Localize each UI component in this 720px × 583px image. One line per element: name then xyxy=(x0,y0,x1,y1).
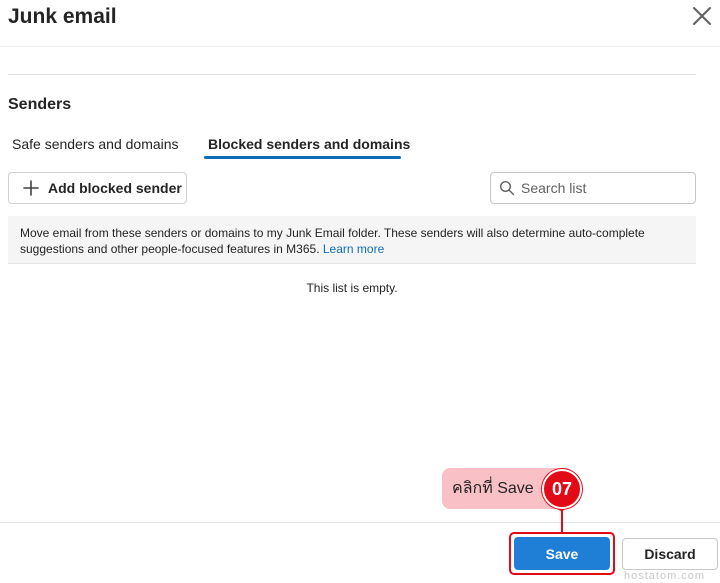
section-divider xyxy=(8,74,696,75)
add-blocked-sender-button[interactable]: Add blocked sender xyxy=(8,172,187,204)
dialog-title: Junk email xyxy=(8,5,117,28)
learn-more-link[interactable]: Learn more xyxy=(323,242,384,256)
search-input[interactable] xyxy=(521,180,681,196)
senders-heading: Senders xyxy=(8,96,72,113)
info-message: Move email from these senders or domains… xyxy=(8,216,696,264)
search-icon xyxy=(499,180,515,196)
plus-icon xyxy=(23,180,39,196)
header-divider xyxy=(0,46,720,47)
tab-blocked-senders[interactable]: Blocked senders and domains xyxy=(208,136,410,152)
save-button[interactable]: Save xyxy=(514,537,610,570)
footer-divider xyxy=(0,522,720,523)
instruction-text: คลิกที่ Save xyxy=(452,480,534,497)
close-icon xyxy=(693,7,711,25)
watermark: hostatom.com xyxy=(624,570,706,582)
junk-email-dialog: Junk email Senders Safe senders and doma… xyxy=(0,0,720,583)
close-button[interactable] xyxy=(690,4,714,28)
add-blocked-sender-label: Add blocked sender xyxy=(48,180,182,196)
step-number-badge: 07 xyxy=(542,469,582,509)
tab-safe-senders[interactable]: Safe senders and domains xyxy=(12,136,179,152)
search-box[interactable] xyxy=(490,172,696,204)
empty-list-message: This list is empty. xyxy=(306,281,398,295)
selected-tab-indicator xyxy=(204,156,401,159)
discard-button[interactable]: Discard xyxy=(622,538,718,570)
